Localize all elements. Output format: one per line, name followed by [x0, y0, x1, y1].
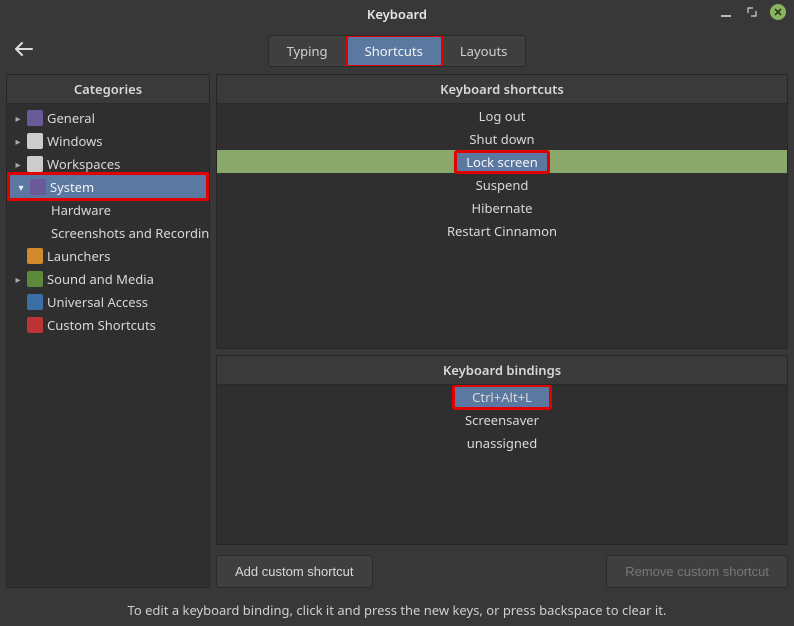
binding-label: unassigned: [467, 434, 538, 452]
category-icon: [27, 156, 43, 172]
back-button[interactable]: [14, 42, 34, 60]
binding-label: Ctrl+Alt+L: [454, 386, 550, 408]
bindings-header: Keyboard bindings: [217, 356, 787, 385]
category-label: Custom Shortcuts: [47, 316, 156, 334]
category-icon: [27, 271, 43, 287]
highlight-box: ▾ System: [7, 172, 209, 201]
shortcut-item[interactable]: Log out: [217, 104, 787, 127]
shortcut-label: Restart Cinnamon: [447, 222, 557, 240]
category-label: Universal Access: [47, 293, 148, 311]
tab-label: Shortcuts: [365, 42, 423, 60]
category-item-system[interactable]: ▾ System: [10, 175, 206, 198]
category-item-general[interactable]: ▸ General: [7, 106, 209, 129]
category-item-custom-shortcuts[interactable]: Custom Shortcuts: [7, 313, 209, 336]
toolbar: Typing Shortcuts Layouts: [0, 28, 794, 74]
hint-text: To edit a keyboard binding, click it and…: [0, 594, 794, 626]
shortcut-label: Log out: [479, 107, 526, 125]
titlebar: Keyboard: [0, 0, 794, 28]
shortcut-list[interactable]: Log out Shut down Lock screen Suspend Hibern…: [217, 104, 787, 348]
category-icon: [27, 317, 43, 333]
remove-custom-shortcut-button: Remove custom shortcut: [606, 555, 788, 588]
shortcut-label: Shut down: [469, 130, 534, 148]
chevron-right-icon[interactable]: ▸: [13, 134, 23, 148]
category-label: Launchers: [47, 247, 110, 265]
shortcut-item[interactable]: Hibernate: [217, 196, 787, 219]
chevron-right-icon[interactable]: ▸: [13, 111, 23, 125]
shortcut-label: Lock screen: [456, 152, 548, 172]
binding-item[interactable]: Ctrl+Alt+L: [217, 385, 787, 408]
binding-label: Screensaver: [465, 411, 539, 429]
binding-item[interactable]: unassigned: [217, 431, 787, 454]
add-custom-shortcut-button[interactable]: Add custom shortcut: [216, 555, 373, 588]
category-item-launchers[interactable]: Launchers: [7, 244, 209, 267]
shortcut-label: Hibernate: [471, 199, 532, 217]
shortcut-item[interactable]: Shut down: [217, 127, 787, 150]
categories-panel: Categories ▸ General ▸ Windows ▸ Workspaces ▾ S…: [6, 74, 210, 588]
tab-bar: Typing Shortcuts Layouts: [268, 35, 527, 67]
chevron-down-icon[interactable]: ▾: [16, 180, 26, 194]
category-icon: [27, 110, 43, 126]
binding-list[interactable]: Ctrl+Alt+L Screensaver unassigned: [217, 385, 787, 544]
tab-label: Typing: [287, 42, 328, 60]
bindings-panel: Keyboard bindings Ctrl+Alt+L Screensaver u…: [216, 355, 788, 545]
window-controls: [718, 4, 786, 20]
category-item-screenshots-and-recording[interactable]: Screenshots and Recording: [7, 221, 209, 244]
window-title: Keyboard: [367, 5, 427, 23]
category-item-windows[interactable]: ▸ Windows: [7, 129, 209, 152]
minimize-button[interactable]: [718, 4, 734, 20]
tab-typing[interactable]: Typing: [269, 36, 347, 66]
category-item-sound-and-media[interactable]: ▸ Sound and Media: [7, 267, 209, 290]
categories-header: Categories: [7, 75, 209, 104]
tab-shortcuts[interactable]: Shortcuts: [347, 36, 442, 66]
shortcut-label: Suspend: [476, 176, 529, 194]
content-area: Categories ▸ General ▸ Windows ▸ Workspaces ▾ S…: [0, 74, 794, 594]
category-item-universal-access[interactable]: Universal Access: [7, 290, 209, 313]
shortcut-item[interactable]: Restart Cinnamon: [217, 219, 787, 242]
spacer: [381, 555, 599, 588]
shortcuts-panel: Keyboard shortcuts Log out Shut down Lock …: [216, 74, 788, 349]
category-icon: [27, 133, 43, 149]
shortcuts-header: Keyboard shortcuts: [217, 75, 787, 104]
category-item-hardware[interactable]: Hardware: [7, 198, 209, 221]
category-label: General: [47, 109, 95, 127]
category-label: System: [50, 178, 94, 196]
shortcut-item[interactable]: Suspend: [217, 173, 787, 196]
category-label: Screenshots and Recording: [51, 224, 209, 242]
category-icon: [27, 294, 43, 310]
button-row: Add custom shortcut Remove custom shortc…: [216, 551, 788, 588]
tab-label: Layouts: [460, 42, 508, 60]
chevron-right-icon[interactable]: ▸: [13, 157, 23, 171]
maximize-button[interactable]: [744, 4, 760, 20]
category-label: Sound and Media: [47, 270, 154, 288]
tab-layouts[interactable]: Layouts: [442, 36, 526, 66]
binding-item[interactable]: Screensaver: [217, 408, 787, 431]
category-label: Windows: [47, 132, 103, 150]
category-icon: [27, 248, 43, 264]
category-label: Workspaces: [47, 155, 120, 173]
category-icon: [30, 179, 46, 195]
category-tree[interactable]: ▸ General ▸ Windows ▸ Workspaces ▾ System Hardwa…: [7, 104, 209, 587]
category-label: Hardware: [51, 201, 111, 219]
shortcut-item[interactable]: Lock screen: [217, 150, 787, 173]
chevron-right-icon[interactable]: ▸: [13, 272, 23, 286]
right-column: Keyboard shortcuts Log out Shut down Lock …: [216, 74, 788, 588]
close-button[interactable]: [770, 4, 786, 20]
